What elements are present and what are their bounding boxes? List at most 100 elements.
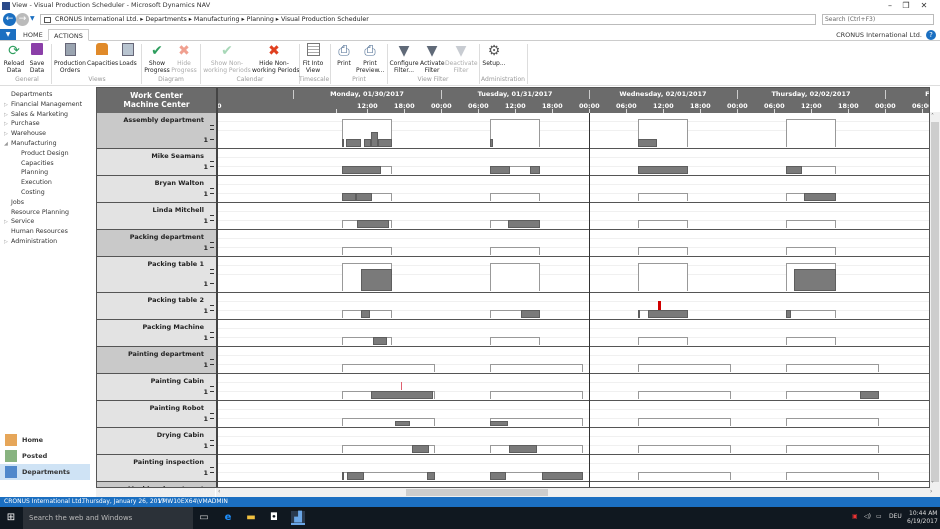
- deactivate-filter-button[interactable]: ▼ Deactivate Filter: [445, 43, 478, 74]
- production-load-bar[interactable]: [342, 472, 345, 480]
- breadcrumb[interactable]: CRONUS International Ltd. ▸ Departments …: [55, 16, 369, 23]
- expand-arrow-icon[interactable]: ▷: [4, 102, 11, 108]
- expand-arrow-icon[interactable]: ▷: [4, 239, 11, 245]
- task-view-icon[interactable]: ▭: [197, 511, 211, 525]
- nav-button-posted-documents[interactable]: Posted Documents: [0, 448, 90, 476]
- print-button[interactable]: ⎙ Print: [334, 43, 354, 68]
- working-shift-capacity[interactable]: [342, 418, 435, 426]
- production-load-bar[interactable]: [372, 337, 388, 345]
- working-shift-capacity[interactable]: [638, 263, 688, 291]
- production-load-bar[interactable]: [794, 269, 836, 291]
- capacity-load-track[interactable]: [217, 428, 929, 455]
- store-icon[interactable]: ◘: [267, 511, 281, 525]
- scroll-up-icon[interactable]: ˄: [931, 113, 934, 120]
- nav-item-purchase[interactable]: ▷ Purchase: [4, 120, 40, 127]
- work-center-row-label[interactable]: Painting department 1: [97, 347, 216, 374]
- dynamics-nav-taskbar-icon[interactable]: ▟: [291, 511, 305, 525]
- timeline-horizontal-scrollbar[interactable]: [216, 488, 940, 497]
- production-load-bar[interactable]: [378, 139, 392, 147]
- help-icon[interactable]: ?: [926, 30, 936, 40]
- working-shift-capacity[interactable]: [638, 247, 688, 255]
- working-shift-capacity[interactable]: [786, 310, 836, 318]
- loads-button[interactable]: Loads: [118, 43, 138, 68]
- nav-item-capacities[interactable]: Capacities: [14, 160, 54, 167]
- nav-item-planning[interactable]: Planning: [14, 169, 48, 176]
- production-load-bar[interactable]: [638, 139, 657, 147]
- working-shift-capacity[interactable]: [786, 119, 836, 147]
- capacity-load-track[interactable]: [217, 320, 929, 347]
- capacities-button[interactable]: Capacities: [87, 43, 118, 68]
- capacity-load-track[interactable]: [217, 257, 929, 293]
- working-shift-capacity[interactable]: [342, 364, 435, 372]
- production-load-bar[interactable]: [395, 421, 410, 426]
- restore-button[interactable]: ❐: [896, 0, 916, 12]
- production-load-bar[interactable]: [490, 472, 507, 480]
- work-center-row-label[interactable]: Assembly department 1: [97, 113, 216, 149]
- capacity-load-track[interactable]: [217, 203, 929, 230]
- capacity-load-track[interactable]: [217, 149, 929, 176]
- working-shift-capacity[interactable]: [490, 119, 540, 147]
- nav-item-financial-management[interactable]: ▷ Financial Management: [4, 101, 82, 108]
- application-menu-button[interactable]: ▼: [0, 29, 16, 40]
- production-load-bar[interactable]: [490, 421, 508, 426]
- production-load-bar[interactable]: [360, 269, 392, 291]
- notifications-icon[interactable]: ▭: [876, 513, 882, 520]
- windows-start-icon[interactable]: ⊞: [4, 511, 18, 525]
- working-shift-capacity[interactable]: [490, 391, 583, 399]
- timeline-horizontal-scrollbar-thumb[interactable]: [406, 489, 548, 496]
- working-shift-capacity[interactable]: [490, 247, 540, 255]
- nav-button-departments[interactable]: Departments: [0, 464, 90, 480]
- overload-marker[interactable]: [400, 382, 402, 390]
- expand-arrow-icon[interactable]: ▷: [4, 112, 11, 118]
- taskbar-search-input[interactable]: Search the web and Windows: [23, 507, 193, 529]
- machine-center-row-label[interactable]: Painting Robot 1: [97, 401, 216, 428]
- work-center-row-label[interactable]: Packing department 1: [97, 230, 216, 257]
- show-progress-button[interactable]: ✔ Show Progress: [144, 43, 170, 74]
- clock-time[interactable]: 10:44 AM: [909, 510, 937, 517]
- hide-progress-button[interactable]: ✖ Hide Progress: [171, 43, 197, 74]
- working-shift-capacity[interactable]: [490, 193, 540, 201]
- configure-filter-button[interactable]: ▼ Configure Filter...: [389, 43, 419, 74]
- production-load-bar[interactable]: [342, 139, 345, 147]
- capacity-load-track[interactable]: [217, 230, 929, 257]
- production-load-bar[interactable]: [360, 310, 371, 318]
- production-load-bar[interactable]: [342, 166, 382, 174]
- production-load-bar[interactable]: [371, 391, 433, 399]
- nav-item-execution[interactable]: Execution: [14, 179, 52, 186]
- search-input[interactable]: Search (Ctrl+F3): [822, 14, 934, 25]
- production-load-bar[interactable]: [648, 310, 688, 318]
- address-bar[interactable]: CRONUS International Ltd. ▸ Departments …: [40, 14, 855, 25]
- production-load-bar[interactable]: [786, 166, 803, 174]
- production-load-bar[interactable]: [363, 139, 372, 147]
- reload-data-button[interactable]: ⟳ Reload Data: [3, 43, 25, 74]
- production-load-bar[interactable]: [638, 310, 641, 318]
- nav-item-manufacturing[interactable]: ◢ Manufacturing: [4, 140, 57, 147]
- machine-center-row-label[interactable]: Painting inspection 1: [97, 455, 216, 482]
- working-shift-capacity[interactable]: [638, 220, 688, 228]
- production-load-bar[interactable]: [371, 132, 379, 147]
- working-shift-capacity[interactable]: [786, 337, 836, 345]
- show-non-working-periods-button[interactable]: ✔ Show Non- working Periods: [203, 43, 251, 74]
- close-button[interactable]: ✕: [914, 0, 934, 12]
- nav-item-costing[interactable]: Costing: [14, 189, 45, 196]
- capacity-load-track[interactable]: [217, 176, 929, 203]
- setup-button[interactable]: ⚙ Setup...: [482, 43, 506, 68]
- capacity-load-track[interactable]: [217, 113, 929, 149]
- capacity-load-track[interactable]: [217, 347, 929, 374]
- print-preview-button[interactable]: ⎙ Print Preview...: [356, 43, 385, 74]
- production-load-bar[interactable]: [860, 391, 879, 399]
- file-explorer-icon[interactable]: ▬: [244, 511, 258, 525]
- working-shift-capacity[interactable]: [490, 337, 540, 345]
- production-load-bar[interactable]: [412, 445, 429, 453]
- clock-date[interactable]: 6/19/2017: [907, 518, 938, 525]
- edge-browser-icon[interactable]: e: [221, 511, 235, 525]
- machine-center-row-label[interactable]: Drying Cabin 1: [97, 428, 216, 455]
- production-load-bar[interactable]: [638, 166, 688, 174]
- working-shift-capacity[interactable]: [786, 445, 879, 453]
- fit-into-view-button[interactable]: Fit Into View: [301, 43, 325, 74]
- working-shift-capacity[interactable]: [786, 220, 836, 228]
- machine-center-row-label[interactable]: Linda Mitchell 1: [97, 203, 216, 230]
- nav-item-administration[interactable]: ▷ Administration: [4, 238, 57, 245]
- history-dropdown-icon[interactable]: ▼: [30, 15, 35, 22]
- scroll-right-icon[interactable]: ›: [930, 488, 932, 495]
